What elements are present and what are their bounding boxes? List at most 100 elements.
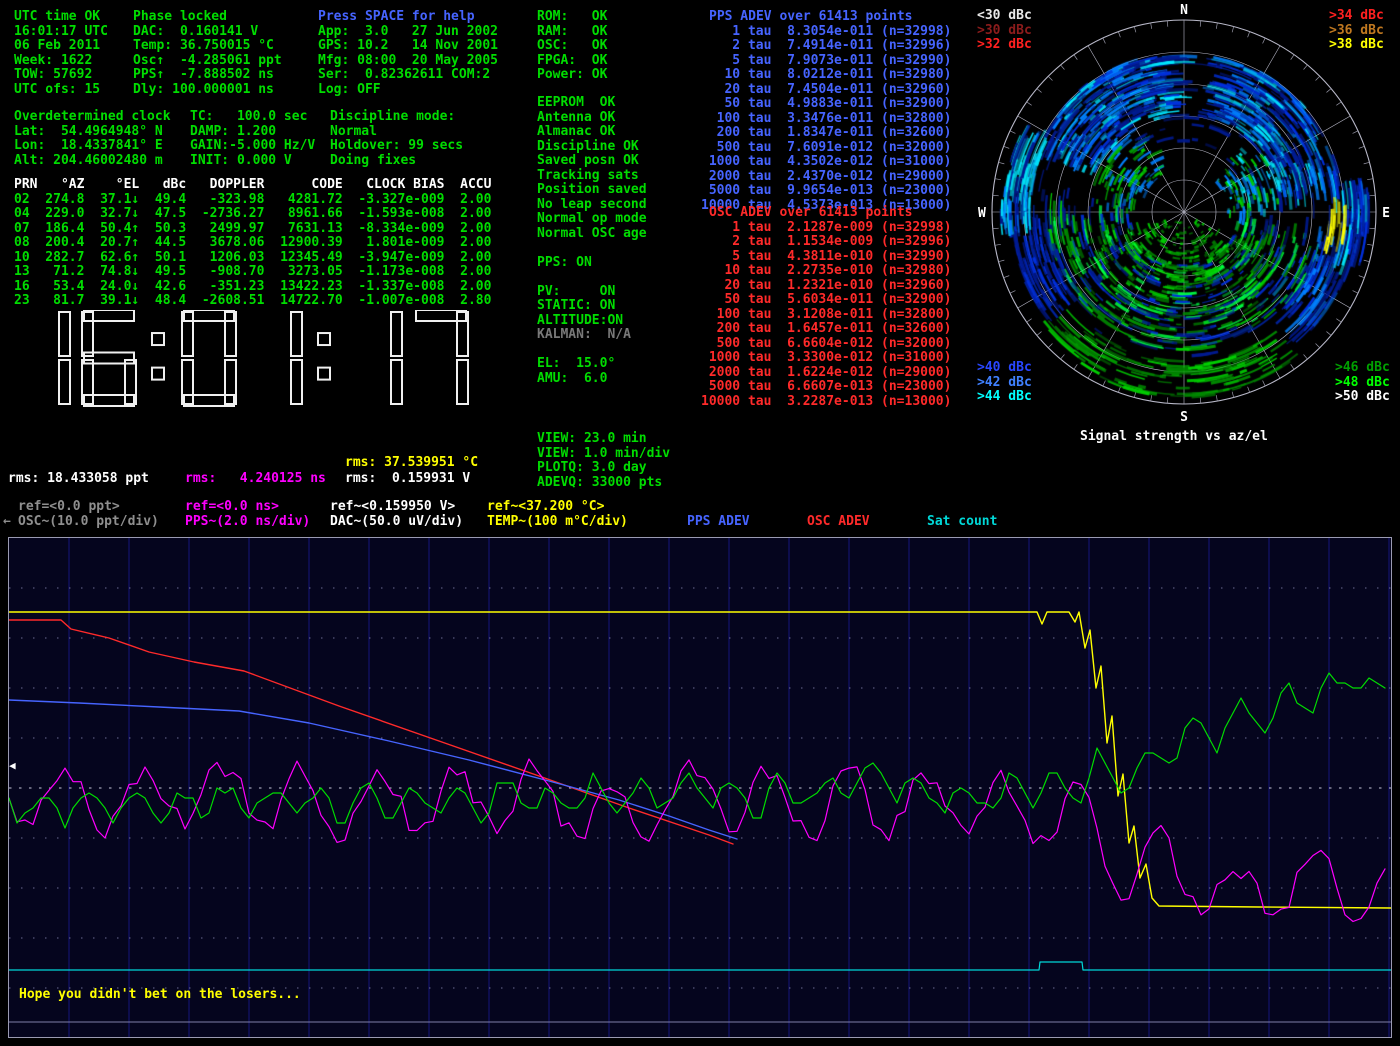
sat-table-row: 07 186.4 50.4↑ 50.3 2499.97 7631.13 -8.3…: [14, 222, 491, 237]
discipline-line: Doing fixes: [330, 154, 463, 169]
receiver-status-line: PV: ON: [537, 285, 647, 300]
pps-adev-row: 50 tau 4.9883e-011 (n=32900): [701, 97, 951, 112]
osc-adev-row: 100 tau 3.1208e-011 (n=32800): [701, 308, 951, 323]
receiver-status-line: Position saved: [537, 183, 647, 198]
osc-adev-row: 200 tau 1.6457e-011 (n=32600): [701, 322, 951, 337]
dac-scale-label: DAC~(50.0 uV/div): [330, 515, 463, 530]
pps-adev-row: 1 tau 8.3054e-011 (n=32998): [701, 25, 951, 40]
osc-adev-title: OSC ADEV over 61413 points: [701, 206, 951, 221]
utc-time-line: 06 Feb 2011: [14, 39, 108, 54]
rms-pps: rms: 4.240125 ns: [185, 472, 326, 487]
pps-adev-row: 200 tau 1.8347e-011 (n=32600): [701, 126, 951, 141]
version-line: Ser: 0.82362611 COM:2: [318, 68, 498, 83]
selftest-block: ROM: OKRAM: OKOSC: OKFPGA: OKPower: OK: [537, 10, 607, 83]
sat-table-header: PRN °AZ °EL dBc DOPPLER CODE CLOCK BIAS …: [14, 178, 491, 193]
plot-area[interactable]: ◀ Hope you didn't bet on the losers...: [8, 537, 1392, 1038]
digital-clock: [16, 310, 486, 408]
pps-adev-row: 100 tau 3.3476e-011 (n=32800): [701, 112, 951, 127]
trace-temp: [9, 612, 1391, 908]
receiver-status-line: Normal OSC age: [537, 227, 647, 242]
discipline-block: Discipline mode:NormalHoldover: 99 secsD…: [330, 110, 463, 168]
sat-table-row: 13 71.2 74.8↓ 49.5 -908.70 3273.05 -1.17…: [14, 265, 491, 280]
osc-adev-row: 20 tau 1.2321e-010 (n=32960): [701, 279, 951, 294]
pps-adev-row: 2 tau 7.4914e-011 (n=32996): [701, 39, 951, 54]
loop-param-line: INIT: 0.000 V: [190, 154, 315, 169]
position-line: Lon: 18.4337841° E: [14, 139, 171, 154]
version-title: Press SPACE for help: [318, 10, 498, 25]
osc-adev-row: 2000 tau 1.6224e-012 (n=29000): [701, 366, 951, 381]
sat-count-label: Sat count: [927, 515, 997, 530]
receiver-status-line: STATIC: ON: [537, 299, 647, 314]
receiver-status-line: Antenna OK: [537, 111, 647, 126]
receiver-status-line: Almanac OK: [537, 125, 647, 140]
pps-adev-label: PPS ADEV: [687, 515, 750, 530]
view-settings-block: VIEW: 23.0 minVIEW: 1.0 min/divPLOTQ: 3.…: [537, 432, 670, 490]
osc-adev-row: 50 tau 5.6034e-011 (n=32900): [701, 293, 951, 308]
sat-table-row: 04 229.0 32.7↓ 47.5 -2736.27 8961.66 -1.…: [14, 207, 491, 222]
osc-adev-row: 500 tau 6.6604e-012 (n=32000): [701, 337, 951, 352]
receiver-status-line: [537, 343, 647, 358]
oscillator-line: Temp: 36.750015 °C: [133, 39, 282, 54]
version-line: GPS: 10.2 14 Nov 2001: [318, 39, 498, 54]
pps-adev-row: 500 tau 7.6091e-012 (n=32000): [701, 141, 951, 156]
discipline-line: Normal: [330, 125, 463, 140]
receiver-status-line: EEPROM OK: [537, 96, 647, 111]
pps-adev-row: 10 tau 8.0212e-011 (n=32980): [701, 68, 951, 83]
receiver-status-line: Discipline OK: [537, 140, 647, 155]
sat-table-row: 23 81.7 39.1↓ 48.4 -2608.51 14722.70 -1.…: [14, 294, 491, 309]
view-setting-line: VIEW: 23.0 min: [537, 432, 670, 447]
version-help-block: Press SPACE for helpApp: 3.0 27 Jun 2002…: [318, 10, 498, 97]
pps-adev-row: 1000 tau 4.3502e-012 (n=31000): [701, 155, 951, 170]
utc-time-line: Week: 1622: [14, 54, 108, 69]
sat-table-row: 16 53.4 24.0↓ 42.6 -351.23 13422.23 -1.3…: [14, 280, 491, 295]
satellite-signal-map: [974, 0, 1394, 424]
trace-sat-count: [9, 962, 1391, 970]
receiver-status-line: KALMAN: N/A: [537, 328, 647, 343]
selftest-line: Power: OK: [537, 68, 607, 83]
receiver-status-line: Normal op mode: [537, 212, 647, 227]
loop-params-block: TC: 100.0 secDAMP: 1.200GAIN:-5.000 Hz/V…: [190, 110, 315, 168]
receiver-status-line: Tracking sats: [537, 169, 647, 184]
utc-time-title: UTC time OK: [14, 10, 108, 25]
osc-adev-row: 1000 tau 3.3300e-012 (n=31000): [701, 351, 951, 366]
osc-adev-row: 2 tau 1.1534e-009 (n=32996): [701, 235, 951, 250]
version-line: Mfg: 08:00 20 May 2005: [318, 54, 498, 69]
sat-table-row: 10 282.7 62.6↑ 50.1 1206.03 12345.49 -3.…: [14, 251, 491, 266]
dac-ref-label: ref~<0.159950 V>: [330, 500, 455, 515]
trace-pps-adev: [9, 700, 737, 839]
loop-param-line: TC: 100.0 sec: [190, 110, 315, 125]
pps-adev-row: 2000 tau 2.4370e-012 (n=29000): [701, 170, 951, 185]
sat-table-row: 02 274.8 37.1↓ 49.4 -323.98 4281.72 -3.3…: [14, 193, 491, 208]
polar-caption: Signal strength vs az/el: [1080, 430, 1268, 445]
osc-adev-row: 5000 tau 6.6607e-013 (n=23000): [701, 380, 951, 395]
oscillator-block: Phase lockedDAC: 0.160141 VTemp: 36.7500…: [133, 10, 282, 97]
utc-time-block: UTC time OK16:01:17 UTC06 Feb 2011Week: …: [14, 10, 108, 97]
position-line: Lat: 54.4964948° N: [14, 125, 171, 140]
osc-adev-row: 1 tau 2.1287e-009 (n=32998): [701, 221, 951, 236]
scroll-left-icon: ←: [3, 515, 11, 530]
version-line: App: 3.0 27 Jun 2002: [318, 25, 498, 40]
oscillator-line: DAC: 0.160141 V: [133, 25, 282, 40]
position-title: Overdetermined clock: [14, 110, 171, 125]
pps-scale-label: PPS~(2.0 ns/div): [185, 515, 310, 530]
pps-adev-title: PPS ADEV over 61413 points: [701, 10, 951, 25]
view-setting-line: PLOTQ: 3.0 day: [537, 461, 670, 476]
view-setting-line: VIEW: 1.0 min/div: [537, 447, 670, 462]
oscillator-line: PPS↑ -7.888502 ns: [133, 68, 282, 83]
osc-scale-label: OSC~(10.0 ppt/div): [18, 515, 159, 530]
temp-scale-label: TEMP~(100 m°C/div): [487, 515, 628, 530]
selftest-line: OSC: OK: [537, 39, 607, 54]
osc-ref-label: ref=<0.0 ppt>: [18, 500, 120, 515]
position-line: Alt: 204.46002480 m: [14, 154, 171, 169]
sat-table-row: 08 200.4 20.7↑ 44.5 3678.06 12900.39 1.8…: [14, 236, 491, 251]
discipline-line: Discipline mode:: [330, 110, 463, 125]
osc-adev-row: 5 tau 4.3811e-010 (n=32990): [701, 250, 951, 265]
plot-traces: [9, 538, 1391, 1037]
loop-param-line: GAIN:-5.000 Hz/V: [190, 139, 315, 154]
position-block: Overdetermined clockLat: 54.4964948° NLo…: [14, 110, 171, 168]
pps-adev-row: 5000 tau 9.9654e-013 (n=23000): [701, 184, 951, 199]
plot-center-marker: ◀: [9, 760, 16, 771]
selftest-line: RAM: OK: [537, 25, 607, 40]
oscillator-title: Phase locked: [133, 10, 282, 25]
view-setting-line: ADEVQ: 33000 pts: [537, 476, 670, 491]
